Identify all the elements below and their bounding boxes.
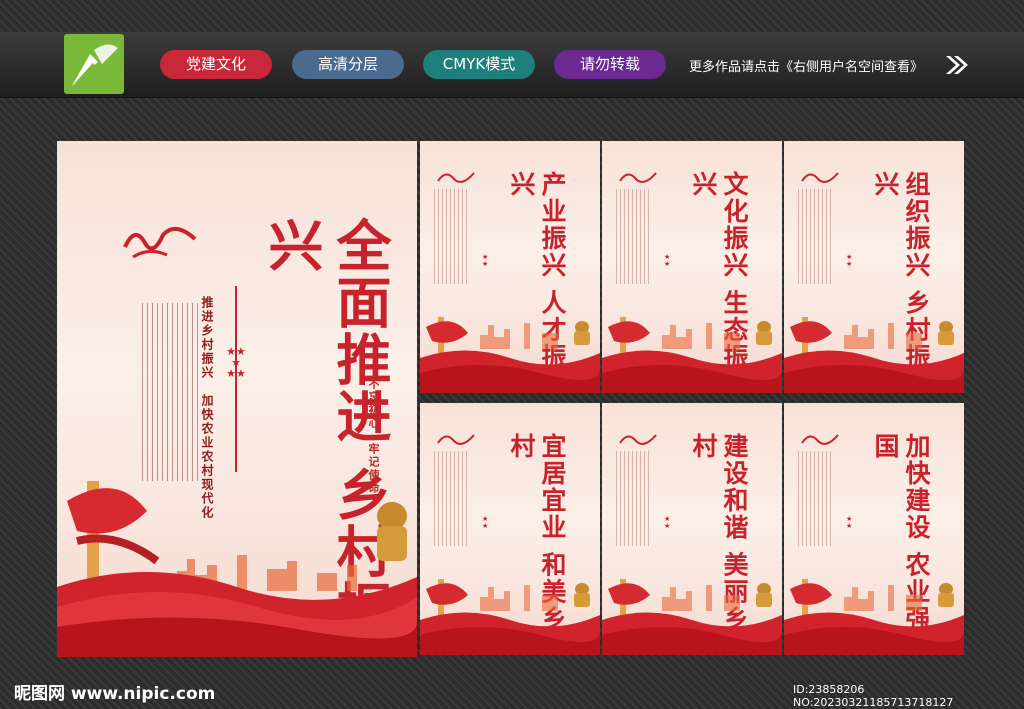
stars-icon: ★ ★ xyxy=(846,253,853,268)
china-dream-signature-icon xyxy=(123,227,197,259)
red-silk-wave xyxy=(602,612,782,655)
poster-6: ★ ★ 加快建设 农业强国 xyxy=(784,403,964,655)
poster-title-line1: 组织振兴 xyxy=(902,171,931,279)
poster-2: ★ ★ 文化振兴 生态振兴 xyxy=(602,141,782,393)
poster-5: ★ ★ 建设和谐 美丽乡村 xyxy=(602,403,782,655)
stone-lion-icon xyxy=(574,321,590,345)
china-dream-signature-icon xyxy=(801,434,839,445)
china-dream-signature-icon xyxy=(801,172,839,183)
stars-icon: ★ ★ xyxy=(664,515,671,530)
main-body-text-lines xyxy=(142,303,202,481)
china-dream-signature-icon xyxy=(619,434,657,445)
stone-lion-icon xyxy=(938,583,954,607)
china-dream-signature-icon xyxy=(437,434,475,445)
stars-icon: ★ ★ xyxy=(482,253,489,268)
red-silk-wave xyxy=(420,350,600,393)
red-silk-wave xyxy=(420,612,600,655)
tag-hd-layers[interactable]: 高清分层 xyxy=(292,50,404,79)
double-arrow-icon[interactable] xyxy=(944,54,970,76)
tag-no-repost[interactable]: 请勿转载 xyxy=(554,50,666,79)
main-poster: 推进乡村振兴 加快农业农村现代化 ★★ ★ ★★ 全面推进 乡村振兴 不忘初心 牢记… xyxy=(57,141,417,657)
poster-4: ★ ★ 宜居宜业 和美乡村 xyxy=(420,403,600,655)
main-title-line1: 全面推进 xyxy=(327,217,392,445)
stone-lion-icon xyxy=(574,583,590,607)
china-dream-signature-icon xyxy=(619,172,657,183)
poster-1: ★ ★ 产业振兴 人才振兴 xyxy=(420,141,600,393)
poster-3: ★ ★ 组织振兴 乡村振兴 xyxy=(784,141,964,393)
stars-icon: ★ ★ xyxy=(664,253,671,268)
body-text-lines xyxy=(616,451,650,546)
poster-title-line1: 建设和谐 xyxy=(720,433,749,541)
stone-lion-icon xyxy=(938,321,954,345)
main-subtitle: 推进乡村振兴 加快农业农村现代化 xyxy=(200,296,214,520)
stars-icon: ★★ ★ ★★ xyxy=(226,345,246,380)
body-text-lines xyxy=(434,451,468,546)
body-text-lines xyxy=(798,451,832,546)
body-text-lines xyxy=(798,189,832,284)
red-silk-wave xyxy=(602,350,782,393)
poster-title-line1: 产业振兴 xyxy=(538,171,567,279)
red-silk-wave xyxy=(784,612,964,655)
tag-party-culture[interactable]: 党建文化 xyxy=(160,50,272,79)
stone-lion-icon xyxy=(756,321,772,345)
more-works-note[interactable]: 更多作品请点击《右侧用户名空间查看》 xyxy=(689,56,923,75)
stars-icon: ★ ★ xyxy=(846,515,853,530)
tag-cmyk-mode[interactable]: CMYK模式 xyxy=(423,50,535,79)
site-watermark: 昵图网 www.nipic.com xyxy=(14,684,216,704)
image-id-watermark: ID:23858206 NO:20230321185713718127 xyxy=(793,683,954,709)
stone-lion-icon xyxy=(756,583,772,607)
poster-title-line1: 加快建设 xyxy=(902,433,931,541)
main-seal: 不忘初心 牢记使命 xyxy=(367,378,380,495)
pen-logo-icon xyxy=(64,34,124,94)
china-dream-signature-icon xyxy=(437,172,475,183)
stars-icon: ★ ★ xyxy=(482,515,489,530)
poster-title-line1: 宜居宜业 xyxy=(538,433,567,541)
red-silk-wave xyxy=(784,350,964,393)
red-silk-wave xyxy=(57,572,417,657)
body-text-lines xyxy=(616,189,650,284)
body-text-lines xyxy=(434,189,468,284)
poster-title-line1: 文化振兴 xyxy=(720,171,749,279)
